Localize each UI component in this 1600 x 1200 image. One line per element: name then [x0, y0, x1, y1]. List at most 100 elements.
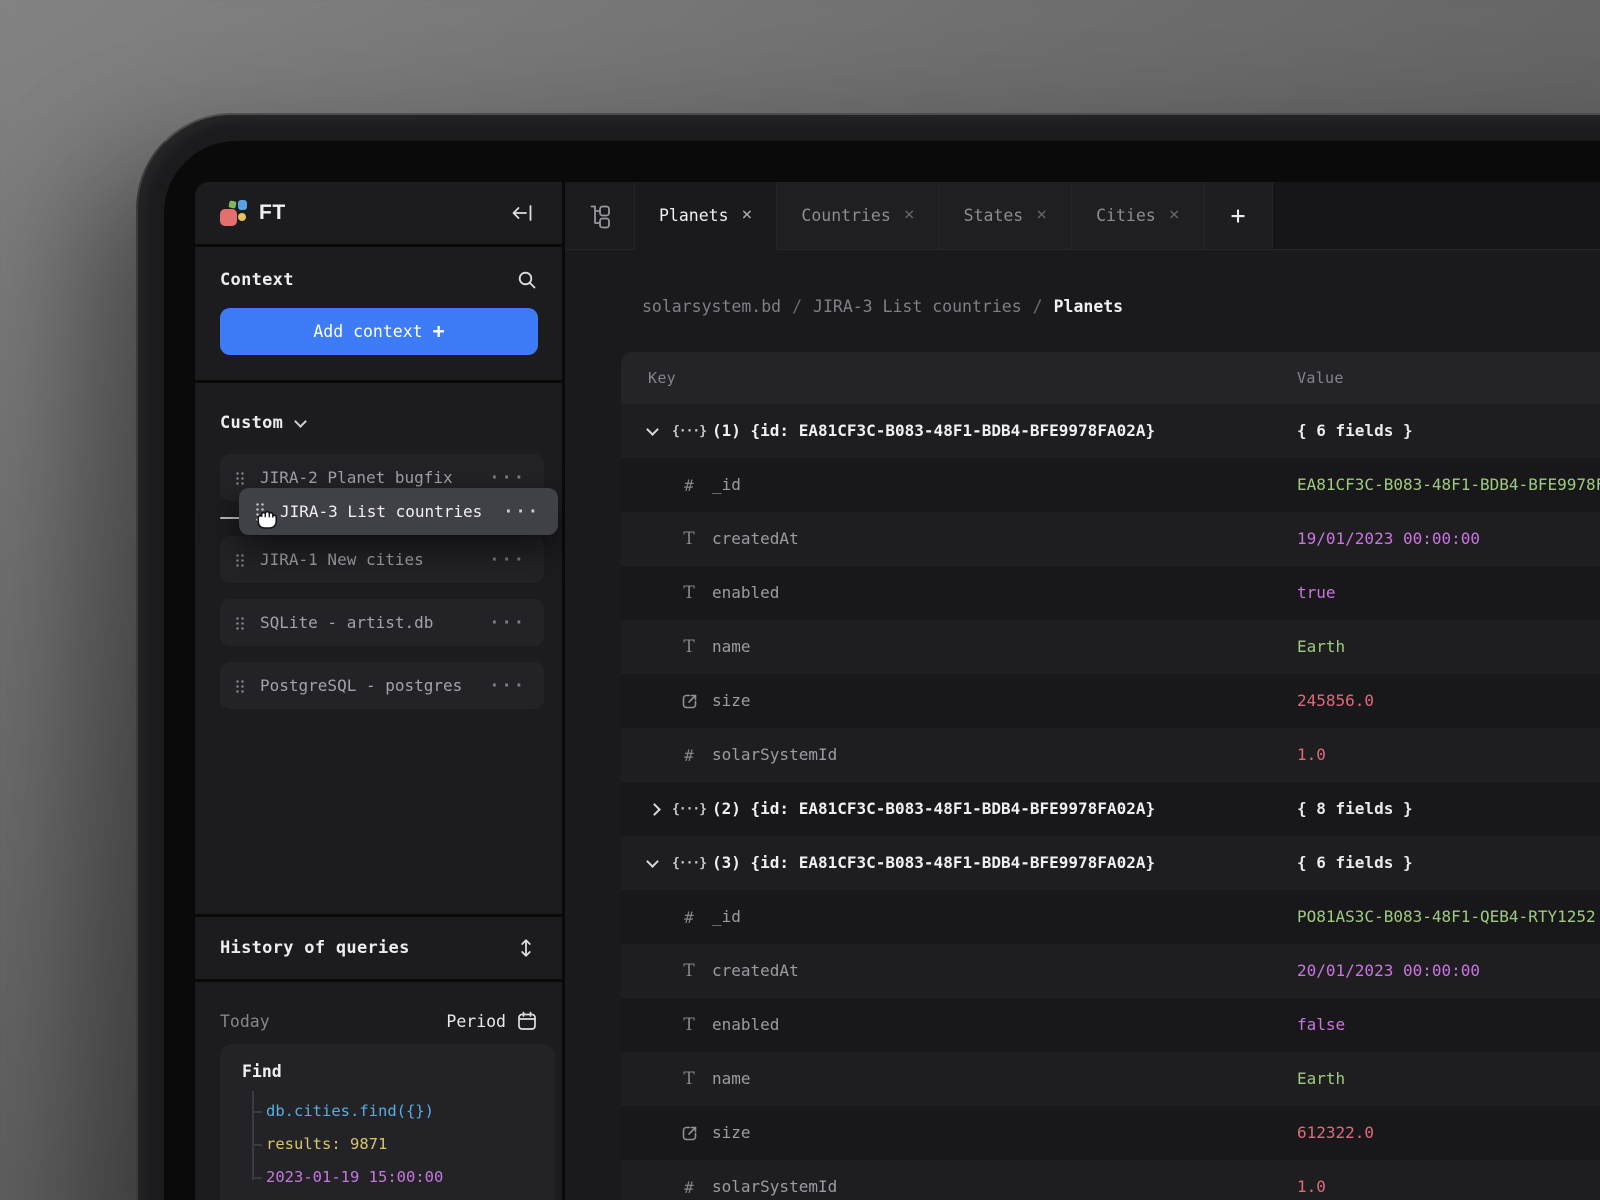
breadcrumb-item[interactable]: Planets	[1054, 297, 1124, 316]
more-options-icon[interactable]: ···	[489, 468, 526, 488]
plus-icon: +	[433, 319, 445, 343]
drag-handle-icon[interactable]	[235, 616, 244, 630]
field-type-icon	[678, 728, 700, 782]
tab[interactable]: States ×	[940, 182, 1072, 249]
tab-label: Planets	[659, 206, 729, 225]
sidebar-header: FT	[195, 182, 562, 244]
table-row[interactable]: (3) {id: EA81CF3C-B083-48F1-BDB4-BFE9978…	[621, 836, 1600, 890]
close-tab-icon[interactable]: ×	[1036, 206, 1047, 224]
field-type-icon	[678, 674, 700, 728]
more-options-icon[interactable]: ···	[489, 676, 526, 696]
more-options-icon[interactable]: ···	[489, 613, 526, 633]
period-filter[interactable]: Period	[446, 1010, 538, 1032]
row-value: { 6 fields }	[1297, 404, 1413, 458]
row-key: size	[712, 1106, 751, 1160]
dragged-item[interactable]: JIRA-3 List countries ···	[239, 488, 558, 535]
table-header: Key Value	[621, 352, 1600, 404]
breadcrumb-item[interactable]: JIRA-3 List countries	[813, 297, 1022, 316]
row-expand-chevron-icon[interactable]	[648, 803, 661, 816]
table-row[interactable]: (2) {id: EA81CF3C-B083-48F1-BDB4-BFE9978…	[621, 782, 1600, 836]
close-tab-icon[interactable]: ×	[904, 206, 915, 224]
tab-label: Cities	[1096, 206, 1156, 225]
context-panel: Context Add context +	[195, 247, 562, 380]
column-header-key: Key	[648, 352, 676, 404]
table-row[interactable]: _id PO81AS3C-B083-48F1-QEB4-RTY1252	[621, 890, 1600, 944]
breadcrumb-separator: /	[792, 297, 802, 316]
breadcrumb-item[interactable]: solarsystem.bd	[642, 297, 781, 316]
breadcrumb-separator: /	[1033, 297, 1043, 316]
sidebar-item[interactable]: SQLite - artist.db ···	[220, 599, 544, 646]
search-icon[interactable]	[516, 269, 538, 291]
row-key: (1) {id: EA81CF3C-B083-48F1-BDB4-BFE9978…	[712, 404, 1155, 458]
add-context-button[interactable]: Add context +	[220, 308, 538, 355]
row-key: solarSystemId	[712, 728, 837, 782]
breadcrumb: solarsystem.bd / JIRA-3 List countries /…	[620, 297, 1123, 316]
app-root: FT Context Add context +	[195, 182, 1600, 1200]
table-row[interactable]: enabled true	[621, 566, 1600, 620]
table-row[interactable]: size 245856.0	[621, 674, 1600, 728]
history-group-label: Today	[220, 1012, 270, 1031]
field-type-icon	[678, 890, 700, 944]
row-value: 20/01/2023 00:00:00	[1297, 944, 1480, 998]
brand-name: FT	[259, 201, 286, 225]
drop-indicator	[220, 517, 240, 519]
row-value: 1.0	[1297, 1160, 1326, 1200]
app-logo-icon	[220, 200, 248, 227]
field-type-icon	[678, 458, 700, 512]
table-row[interactable]: (1) {id: EA81CF3C-B083-48F1-BDB4-BFE9978…	[621, 404, 1600, 458]
table-row[interactable]: enabled false	[621, 998, 1600, 1052]
row-key: createdAt	[712, 512, 799, 566]
dragged-item-label: JIRA-3 List countries	[280, 502, 482, 521]
calendar-icon	[516, 1010, 538, 1032]
row-key: name	[712, 1052, 751, 1106]
history-entry[interactable]: Find db.cities.find({})results: 98712023…	[220, 1044, 555, 1200]
row-value: 1.0	[1297, 728, 1326, 782]
close-tab-icon[interactable]: ×	[1169, 206, 1180, 224]
history-entry-line: 2023-01-19 15:00:00	[266, 1161, 535, 1194]
table-row[interactable]: _id EA81CF3C-B083-48F1-BDB4-BFE9978FA02A	[621, 458, 1600, 512]
row-value: true	[1297, 566, 1336, 620]
sidebar: FT Context Add context +	[195, 182, 562, 1200]
content-pane: solarsystem.bd / JIRA-3 List countries /…	[565, 250, 1600, 1200]
more-options-icon[interactable]: ···	[503, 502, 540, 522]
row-key: size	[712, 674, 751, 728]
table-row[interactable]: solarSystemId 1.0	[621, 1160, 1600, 1200]
row-key: createdAt	[712, 944, 799, 998]
tab[interactable]: Planets ×	[635, 182, 777, 249]
row-value: { 6 fields }	[1297, 836, 1413, 890]
history-header: History of queries	[195, 917, 562, 979]
tab-bar: Planets × Countries × States × Cities ×	[565, 182, 1600, 250]
drag-handle-icon[interactable]	[255, 502, 264, 521]
drag-handle-icon[interactable]	[235, 679, 244, 693]
table-row[interactable]: size 612322.0	[621, 1106, 1600, 1160]
row-value: 245856.0	[1297, 674, 1374, 728]
row-key: (3) {id: EA81CF3C-B083-48F1-BDB4-BFE9978…	[712, 836, 1155, 890]
history-title: History of queries	[220, 938, 410, 958]
table-row[interactable]: name Earth	[621, 1052, 1600, 1106]
history-entry-details: db.cities.find({})results: 98712023-01-1…	[242, 1095, 535, 1194]
row-expand-chevron-icon[interactable]	[646, 855, 659, 868]
sidebar-item[interactable]: PostgreSQL - postgres ···	[220, 662, 544, 709]
table-row[interactable]: createdAt 20/01/2023 00:00:00	[621, 944, 1600, 998]
new-tab-button[interactable]: +	[1205, 182, 1273, 249]
table-row[interactable]: createdAt 19/01/2023 00:00:00	[621, 512, 1600, 566]
drag-handle-icon[interactable]	[235, 553, 244, 567]
field-type-icon	[678, 620, 700, 674]
tree-view-icon[interactable]	[565, 182, 635, 249]
collapse-sidebar-icon[interactable]	[507, 200, 537, 226]
table-row[interactable]: solarSystemId 1.0	[621, 728, 1600, 782]
tab[interactable]: Cities ×	[1072, 182, 1204, 249]
row-key: _id	[712, 890, 741, 944]
field-type-icon	[678, 1106, 700, 1160]
sort-updown-icon[interactable]	[516, 937, 536, 959]
custom-section-toggle[interactable]: Custom	[220, 413, 305, 433]
table-row[interactable]: name Earth	[621, 620, 1600, 674]
row-expand-chevron-icon[interactable]	[646, 423, 659, 436]
more-options-icon[interactable]: ···	[489, 550, 526, 570]
drag-handle-icon[interactable]	[235, 471, 244, 485]
custom-panel: Custom JIRA-2 Planet bugfix ··· JIRA-1 N…	[195, 383, 562, 914]
sidebar-item[interactable]: JIRA-1 New cities ···	[220, 536, 544, 583]
close-tab-icon[interactable]: ×	[742, 206, 753, 224]
table-body: (1) {id: EA81CF3C-B083-48F1-BDB4-BFE9978…	[621, 404, 1600, 1200]
tab[interactable]: Countries ×	[777, 182, 939, 249]
